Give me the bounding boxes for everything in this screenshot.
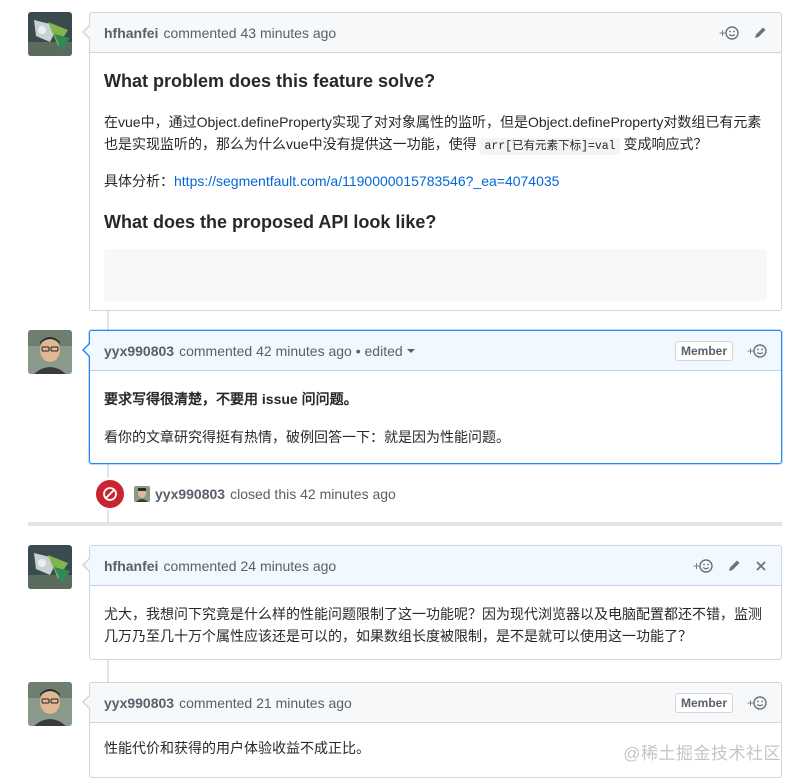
comment-1: hfhanfei commented 43 minutes ago + What… bbox=[82, 12, 782, 311]
comment-author[interactable]: hfhanfei bbox=[104, 558, 158, 574]
heading-problem: What problem does this feature solve? bbox=[104, 71, 436, 91]
member-badge: Member bbox=[674, 340, 733, 361]
blocked-icon bbox=[94, 478, 126, 510]
avatar-yyx990803[interactable] bbox=[28, 330, 72, 374]
avatar-hfhanfei[interactable] bbox=[28, 545, 72, 589]
problem-text-end: 变成响应式？ bbox=[619, 135, 708, 152]
empty-code-block bbox=[104, 248, 767, 301]
pencil-icon[interactable] bbox=[727, 559, 741, 573]
comment-header: hfhanfei commented 43 minutes ago + bbox=[90, 13, 781, 53]
close-icon[interactable] bbox=[755, 560, 767, 572]
comment-author[interactable]: yyx990803 bbox=[104, 695, 174, 711]
member-badge: Member bbox=[674, 692, 733, 713]
reply-line: 看你的文章研究得挺有热情，破例回答一下：就是因为性能问题。 bbox=[104, 428, 510, 445]
svg-text:+: + bbox=[747, 344, 754, 358]
event-actor[interactable]: yyx990803 bbox=[155, 486, 225, 502]
inline-code: arr[已有元素下标]=val bbox=[480, 137, 620, 155]
comment-body: 尤大，我想问下究竟是什么样的性能问题限制了这一功能呢？因为现代浏览器以及电脑配置… bbox=[90, 586, 781, 662]
heading-api: What does the proposed API look like? bbox=[104, 212, 437, 233]
actor-mini-avatar[interactable] bbox=[134, 486, 150, 502]
dropdown-caret-icon[interactable] bbox=[406, 348, 415, 354]
smiley-add-icon[interactable]: + bbox=[719, 25, 739, 41]
smiley-add-icon[interactable]: + bbox=[747, 343, 767, 359]
comment-header: yyx990803 commented 21 minutes ago Membe… bbox=[90, 683, 781, 723]
close-separator bbox=[28, 522, 782, 526]
analysis-paragraph: 具体分析：https://segmentfault.com/a/11900000… bbox=[104, 171, 767, 193]
timeline-line bbox=[107, 660, 109, 682]
smiley-add-icon[interactable]: + bbox=[747, 695, 767, 711]
watermark: @稀土掘金技术社区 bbox=[623, 744, 781, 763]
bold-text: 要求写得很清楚，不要用 issue 问问题。 bbox=[104, 391, 358, 407]
comment-body: 要求写得很清楚，不要用 issue 问问题。 看你的文章研究得挺有热情，破例回答… bbox=[90, 371, 781, 462]
smiley-add-icon[interactable]: + bbox=[693, 558, 713, 574]
bold-line: 要求写得很清楚，不要用 issue 问问题。 bbox=[104, 389, 767, 411]
svg-text:+: + bbox=[693, 559, 700, 573]
comment-timestamp[interactable]: commented 24 minutes ago bbox=[163, 558, 336, 574]
svg-text:+: + bbox=[747, 696, 754, 710]
comment-body: What problem does this feature solve? 在v… bbox=[90, 53, 781, 315]
avatar-hfhanfei[interactable] bbox=[28, 12, 72, 56]
problem-paragraph: 在vue中，通过Object.defineProperty实现了对对象属性的监听… bbox=[104, 112, 767, 156]
question-text: 尤大，我想问下究竟是什么样的性能问题限制了这一功能呢？因为现代浏览器以及电脑配置… bbox=[104, 606, 762, 645]
comment-author[interactable]: yyx990803 bbox=[104, 343, 174, 359]
svg-text:+: + bbox=[719, 26, 726, 40]
closed-event: yyx990803 closed this 42 minutes ago bbox=[94, 478, 396, 510]
event-text: closed this 42 minutes ago bbox=[230, 486, 396, 502]
analysis-label: 具体分析： bbox=[104, 173, 174, 190]
comment-author[interactable]: hfhanfei bbox=[104, 25, 158, 41]
comment-header: yyx990803 commented 42 minutes ago • edi… bbox=[90, 331, 781, 371]
analysis-link[interactable]: https://segmentfault.com/a/1190000015783… bbox=[174, 173, 559, 189]
comment-timestamp[interactable]: commented 21 minutes ago bbox=[179, 695, 352, 711]
pencil-icon[interactable] bbox=[753, 26, 767, 40]
comment-2: yyx990803 commented 42 minutes ago • edi… bbox=[82, 330, 782, 464]
comment-header: hfhanfei commented 24 minutes ago + bbox=[90, 546, 781, 586]
avatar-yyx990803[interactable] bbox=[28, 682, 72, 726]
comment-3: hfhanfei commented 24 minutes ago + 尤大，我… bbox=[82, 545, 782, 662]
comment-timestamp[interactable]: commented 42 minutes ago • edited bbox=[179, 343, 403, 359]
comment-timestamp[interactable]: commented 43 minutes ago bbox=[163, 25, 336, 41]
